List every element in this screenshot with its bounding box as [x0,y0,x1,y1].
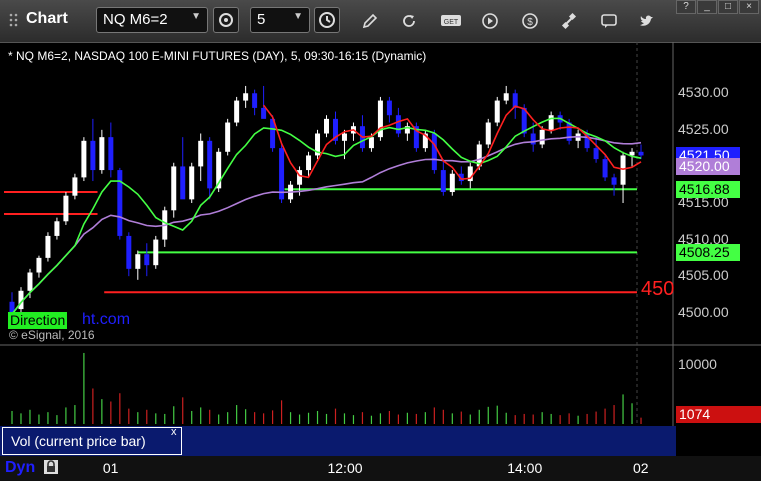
candle-body [539,129,545,145]
price-chart[interactable] [0,0,761,481]
price-tag: 4516.88 [676,181,740,199]
candle-body [207,140,213,189]
price-tick-label: 4525.00 [678,120,729,137]
price-tick-label: 4500.00 [678,303,729,320]
watermark: © eSignal, 2016 [9,328,95,342]
time-tick-label: 14:00 [507,460,543,476]
candle-body [117,170,123,236]
candle-body [90,140,96,171]
candle-body [54,221,60,236]
candle-body [494,100,500,123]
candle-body [135,254,141,269]
candle-body [386,100,392,116]
close-study-button[interactable]: x [171,426,177,438]
ma-purple-line [11,135,642,315]
red-level-label: 450 [641,278,675,300]
candle-body [45,235,51,258]
candle-body [252,93,258,108]
candle-body [36,257,42,273]
candle-body [225,122,231,152]
candle-body [126,235,132,269]
price-tick-label: 4505.00 [678,267,729,284]
candle-body [72,177,78,196]
candle-body [440,170,446,193]
volume-last-tag: 1074 [676,406,761,423]
candle-body [431,133,437,171]
candle-body [153,239,159,266]
ma-red-line [262,104,642,181]
candle-body [108,137,114,171]
candle-body [503,93,509,101]
candle-body [171,166,177,211]
candle-body [261,107,267,119]
chart-window: Chart NQ M6=2 ▼ 5 ▼ GET $ ? _ □ × * NQ M… [0,0,761,481]
candle-body [548,115,554,130]
candle-body [485,122,491,145]
time-tick-label: 12:00 [327,460,363,476]
volume-study-label[interactable]: Vol (current price bar) [2,427,182,455]
ma-green-line [11,117,642,315]
candle-body [611,177,617,185]
candle-body [81,140,87,178]
candle-body [198,140,204,167]
candle-body [602,159,608,178]
candle-body [243,93,249,101]
candle-body [620,155,626,185]
direction-label: Direction [8,312,68,329]
time-tick-label: 01 [102,460,119,476]
candle-body [63,195,69,222]
candle-body [368,137,374,149]
candle-body [324,118,330,134]
candle-body [638,151,644,156]
candle-body [144,254,150,266]
volume-tick-label: 10000 [678,355,717,372]
candle-body [530,133,536,145]
candle-body [449,173,455,193]
lock-icon[interactable] [43,459,59,475]
candle-body [593,148,599,160]
time-tick-label: 02 [633,460,649,476]
direction-suffix: ht.com [82,311,131,328]
candle-body [395,115,401,134]
candle-body [180,166,186,200]
candle-body [341,133,347,141]
dynamic-mode-label[interactable]: Dyn [5,459,35,477]
price-tag: 4520.00 [676,158,740,176]
price-tick-label: 4530.00 [678,84,729,101]
candle-body [27,272,33,291]
candle-body [99,137,105,171]
candle-body [306,155,312,171]
candle-body [189,166,195,200]
price-tag: 4508.25 [676,244,740,262]
candle-body [234,100,240,123]
